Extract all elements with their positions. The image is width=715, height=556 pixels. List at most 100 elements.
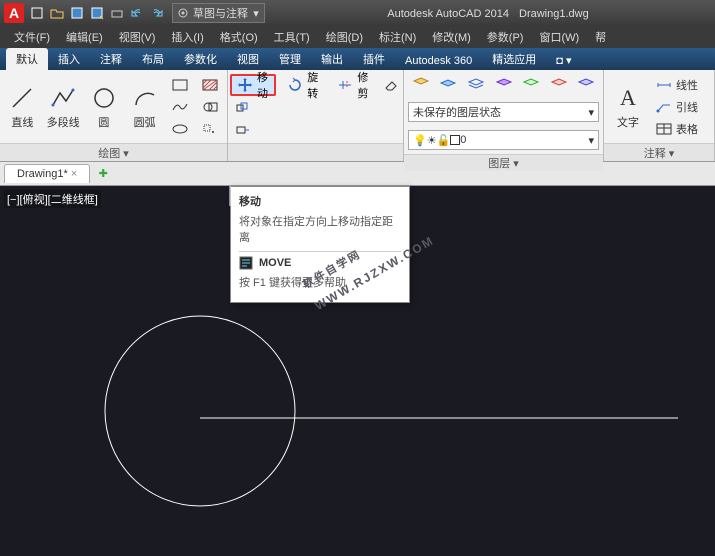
spline-button[interactable] [167,97,193,117]
leader-icon [656,101,672,113]
table-icon [656,123,672,135]
ribbon-tabstrip: 默认 插入 注释 布局 参数化 视图 管理 输出 插件 Autodesk 360… [0,48,715,70]
new-icon[interactable] [28,4,46,22]
trim-button[interactable]: 修剪 [330,74,376,96]
trim-icon [337,77,353,93]
hatch-button[interactable] [197,75,223,95]
lock-icon: 🔓 [437,134,451,147]
menu-insert[interactable]: 插入(I) [165,27,209,47]
panel-annotate-title[interactable]: 注释 ▾ [604,143,714,161]
titlebar: A 草图与注释 ▾ Autodesk AutoCAD 2014 Drawing1… [0,0,715,26]
close-icon[interactable]: × [71,168,77,180]
menu-draw[interactable]: 绘图(D) [320,27,369,47]
tab-a360[interactable]: Autodesk 360 [395,52,482,70]
linear-icon [656,79,672,91]
quick-access-toolbar [28,4,166,22]
layer-iso-button[interactable] [518,74,544,94]
app-logo[interactable]: A [4,3,24,23]
chevron-down-icon: ▾ [588,106,594,119]
stretch-button[interactable] [230,120,256,140]
layer-prev-button[interactable] [573,74,599,94]
layer-color-swatch [450,135,460,145]
menu-view[interactable]: 视图(V) [113,27,162,47]
tab-layout[interactable]: 布局 [132,48,174,70]
circle-button[interactable]: 圆 [86,74,123,140]
copy-button[interactable] [230,98,256,118]
region-button[interactable] [197,97,223,117]
table-button[interactable]: 表格 [656,119,698,139]
arc-button[interactable]: 圆弧 [126,74,163,140]
tab-annotate[interactable]: 注释 [90,48,132,70]
new-tab-button[interactable]: ✚ [94,167,112,180]
save-icon[interactable] [68,4,86,22]
rect-button[interactable] [167,75,193,95]
layer-freeze-button[interactable] [463,74,489,94]
panel-layers-title[interactable]: 图层 ▾ [404,154,603,171]
line-icon [8,84,36,112]
move-icon [237,77,253,93]
tooltip-desc: 将对象在指定方向上移动指定距离 [239,213,401,245]
leader-button[interactable]: 引线 [656,97,698,117]
panel-modify-title[interactable] [228,143,403,161]
menu-window[interactable]: 窗口(W) [533,27,585,47]
ribbon: 直线 多段线 圆 圆弧 [0,70,715,162]
drawing-canvas[interactable]: [−][俯视][二维线框] 移动 将对象在指定方向上移动指定距离 MOVE 按 … [0,186,715,556]
chevron-down-icon: ▾ [588,134,594,147]
tab-addins[interactable]: 插件 [353,48,395,70]
filetab-drawing1[interactable]: Drawing1* × [4,164,90,183]
menu-edit[interactable]: 编辑(E) [60,27,109,47]
point-button[interactable] [197,119,223,139]
tab-default[interactable]: 默认 [6,48,48,70]
arc-icon [131,84,159,112]
panel-draw: 直线 多段线 圆 圆弧 [0,70,228,161]
line-button[interactable]: 直线 [4,74,41,140]
menu-file[interactable]: 文件(F) [8,27,56,47]
chevron-down-icon: ▾ [252,7,260,20]
workspace-label: 草图与注释 [193,5,248,21]
tab-featured[interactable]: 精选应用 [482,48,546,70]
redo-icon[interactable] [148,4,166,22]
layer-off-button[interactable] [436,74,462,94]
window-title: Autodesk AutoCAD 2014 Drawing1.dwg [265,6,711,20]
tab-insert[interactable]: 插入 [48,48,90,70]
layer-state-combo[interactable]: 未保存的图层状态▾ [408,102,599,122]
erase-button[interactable] [381,74,401,94]
tab-output[interactable]: 输出 [311,48,353,70]
text-button[interactable]: A 文字 [608,74,648,140]
menu-dimension[interactable]: 标注(N) [373,27,422,47]
layer-props-button[interactable] [408,74,434,94]
layer-current-combo[interactable]: 💡 ☀ 🔓 0▾ [408,130,599,150]
ellipse-button[interactable] [167,119,193,139]
workspace-combo[interactable]: 草图与注释 ▾ [172,3,265,23]
viewport-label[interactable]: [−][俯视][二维线框] [4,190,101,208]
menu-parametric[interactable]: 参数(P) [481,27,530,47]
move-button[interactable]: 移动 [230,74,276,96]
menu-help[interactable]: 帮 [589,27,612,47]
rotate-button[interactable]: 旋转 [280,74,326,96]
layer-match-button[interactable] [546,74,572,94]
tab-extra[interactable]: ◘ ▾ [546,51,581,70]
linear-dim-button[interactable]: 线性 [656,75,698,95]
file-tabs: Drawing1* × ✚ [0,162,715,186]
tab-view[interactable]: 视图 [227,48,269,70]
tab-parametric[interactable]: 参数化 [174,48,227,70]
open-icon[interactable] [48,4,66,22]
tooltip-help: 按 F1 键获得更多帮助 [239,274,401,290]
panel-draw-title[interactable]: 绘图 ▾ [0,143,227,161]
layer-lock-button[interactable] [491,74,517,94]
circle-icon [90,84,118,112]
undo-icon[interactable] [128,4,146,22]
saveas-icon[interactable] [88,4,106,22]
text-icon: A [614,84,642,112]
polyline-button[interactable]: 多段线 [45,74,82,140]
panel-annotate: A 文字 线性 引线 表格 注释 ▾ [604,70,715,161]
plot-icon[interactable] [108,4,126,22]
panel-layers: 未保存的图层状态▾ 💡 ☀ 🔓 0▾ 图层 ▾ [404,70,604,161]
menu-modify[interactable]: 修改(M) [426,27,477,47]
tab-manage[interactable]: 管理 [269,48,311,70]
rotate-icon [287,77,303,93]
menu-tools[interactable]: 工具(T) [268,27,316,47]
gear-icon [177,7,189,19]
menu-format[interactable]: 格式(O) [214,27,264,47]
tooltip-title: 移动 [239,193,401,209]
